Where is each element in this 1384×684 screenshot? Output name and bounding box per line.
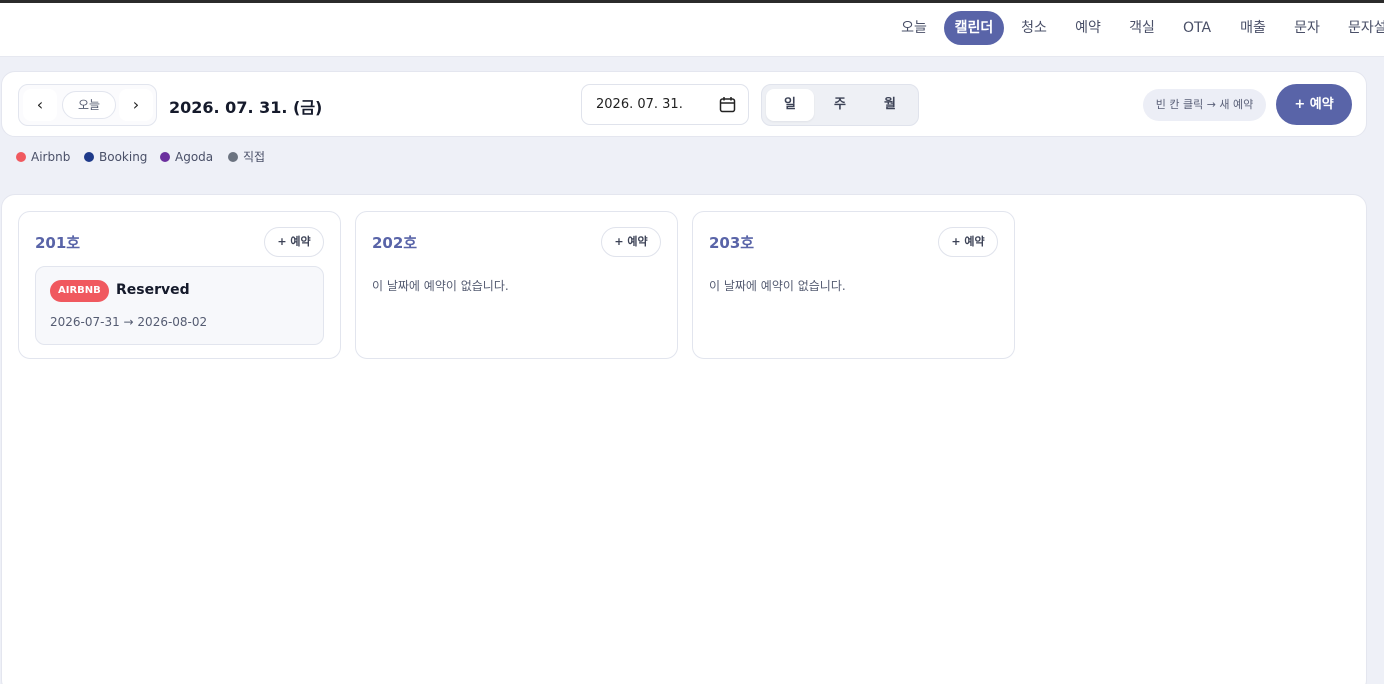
- empty-reservations-message: 이 날짜에 예약이 없습니다.: [372, 279, 509, 293]
- room-add-reservation-button[interactable]: + 예약: [938, 227, 998, 257]
- day-view-board: 201호 + 예약 AIRBNB Reserved 2026-07-31 → 2…: [1, 194, 1367, 684]
- legend-label: Agoda: [175, 150, 214, 164]
- legend-label: Airbnb: [31, 150, 71, 164]
- room-add-reservation-button[interactable]: + 예약: [264, 227, 324, 257]
- next-day-button[interactable]: ›: [119, 89, 153, 121]
- nav-item-today[interactable]: 오늘: [892, 11, 936, 45]
- nav-item-rooms[interactable]: 객실: [1120, 11, 1164, 45]
- view-switcher: 일 주 월: [761, 84, 919, 126]
- calendar-icon[interactable]: [719, 96, 736, 113]
- room-add-reservation-button[interactable]: + 예약: [601, 227, 661, 257]
- legend-label: Booking: [99, 150, 148, 164]
- nav-item-sms-settings[interactable]: 문자설: [1339, 11, 1384, 45]
- legend-label: 직접: [243, 150, 266, 164]
- nav-item-sms[interactable]: 문자: [1285, 11, 1329, 45]
- prev-day-button[interactable]: ‹: [23, 89, 57, 121]
- nav-item-calendar[interactable]: 캘린더: [944, 11, 1004, 45]
- room-card-201[interactable]: 201호 + 예약 AIRBNB Reserved 2026-07-31 → 2…: [18, 211, 341, 359]
- room-title: 201호: [35, 234, 81, 252]
- airbnb-dot-icon: [16, 152, 26, 162]
- reservation-dates: 2026-07-31 → 2026-08-02: [50, 315, 208, 329]
- nav-item-reservations[interactable]: 예약: [1066, 11, 1110, 45]
- room-title: 203호: [709, 234, 755, 252]
- date-picker-input[interactable]: 2026. 07. 31.: [581, 84, 749, 125]
- view-day-button[interactable]: 일: [766, 89, 814, 121]
- ota-source-badge: AIRBNB: [50, 280, 109, 302]
- room-card-203[interactable]: 203호 + 예약 이 날짜에 예약이 없습니다.: [692, 211, 1015, 359]
- reservation-card[interactable]: AIRBNB Reserved 2026-07-31 → 2026-08-02: [35, 266, 324, 345]
- nav-item-sales[interactable]: 매출: [1231, 11, 1275, 45]
- direct-dot-icon: [228, 152, 238, 162]
- room-card-202[interactable]: 202호 + 예약 이 날짜에 예약이 없습니다.: [355, 211, 678, 359]
- nav-item-cleaning[interactable]: 청소: [1012, 11, 1056, 45]
- view-week-button[interactable]: 주: [816, 89, 864, 121]
- date-picker-value: 2026. 07. 31.: [596, 97, 683, 112]
- today-button[interactable]: 오늘: [62, 91, 116, 119]
- current-date-title: 2026. 07. 31. (금): [169, 98, 323, 117]
- empty-reservations-message: 이 날짜에 예약이 없습니다.: [709, 279, 846, 293]
- agoda-dot-icon: [160, 152, 170, 162]
- top-navigation: 오늘 캘린더 청소 예약 객실 OTA 매출 문자 문자설: [0, 3, 1384, 57]
- new-reservation-button[interactable]: + 예약: [1276, 84, 1352, 125]
- empty-cell-hint: 빈 칸 클릭 → 새 예약: [1143, 89, 1266, 121]
- reservation-status: Reserved: [116, 282, 190, 298]
- view-month-button[interactable]: 월: [866, 89, 914, 121]
- nav-item-ota[interactable]: OTA: [1174, 11, 1220, 45]
- room-title: 202호: [372, 234, 418, 252]
- date-navigation: ‹ 오늘 ›: [18, 84, 157, 126]
- booking-dot-icon: [84, 152, 94, 162]
- calendar-toolbar: ‹ 오늘 › 2026. 07. 31. (금) 2026. 07. 31. 일…: [1, 71, 1367, 137]
